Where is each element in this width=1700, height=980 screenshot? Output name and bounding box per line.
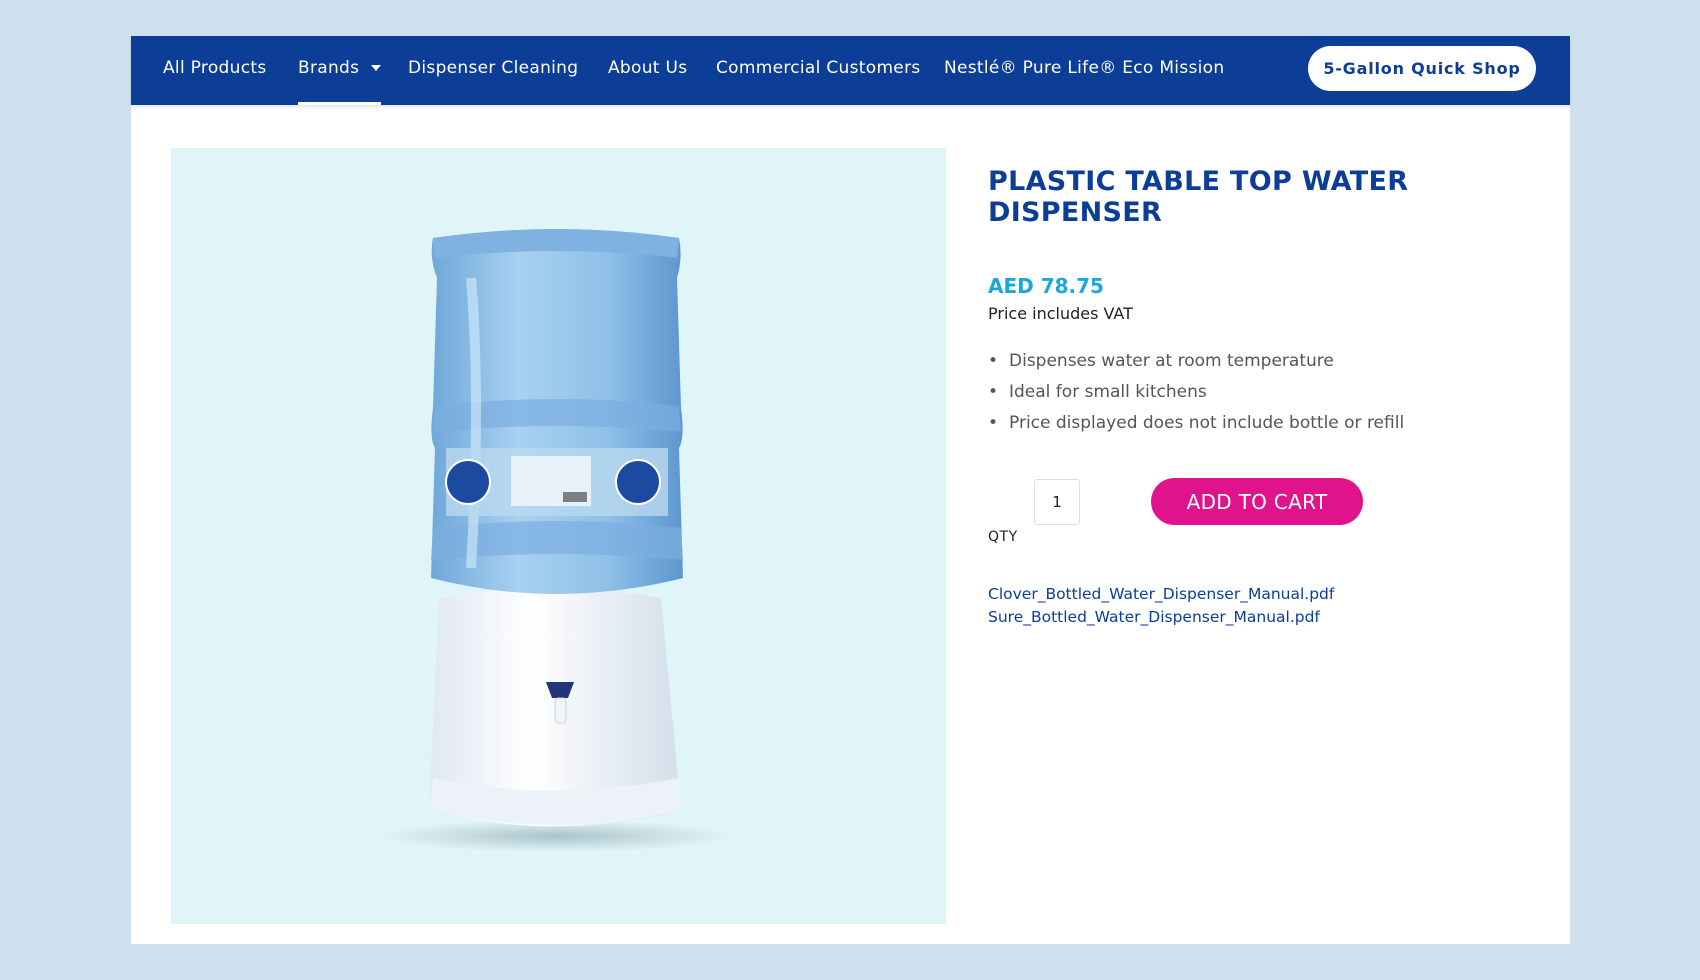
qty-label: QTY <box>988 529 1018 545</box>
feature-item: Price displayed does not include bottle … <box>988 408 1404 439</box>
feature-list: Dispenses water at room temperature Idea… <box>988 346 1404 439</box>
page-frame: All Products Brands Dispenser Cleaning A… <box>131 36 1570 944</box>
chevron-down-icon <box>371 65 382 71</box>
nav-commercial-customers[interactable]: Commercial Customers <box>716 36 921 105</box>
manual-link-sure[interactable]: Sure_Bottled_Water_Dispenser_Manual.pdf <box>988 608 1320 626</box>
nav-brands[interactable]: Brands <box>298 36 382 105</box>
feature-item: Ideal for small kitchens <box>988 377 1404 408</box>
main-navbar: All Products Brands Dispenser Cleaning A… <box>131 36 1570 105</box>
nav-eco-mission[interactable]: Nestlé® Pure Life® Eco Mission <box>944 36 1224 105</box>
nav-dispenser-cleaning[interactable]: Dispenser Cleaning <box>408 36 578 105</box>
quick-shop-button[interactable]: 5-Gallon Quick Shop <box>1308 46 1536 91</box>
nav-about-us[interactable]: About Us <box>608 36 687 105</box>
product-title: PLASTIC TABLE TOP WATER DISPENSER <box>988 166 1409 228</box>
nav-brands-label: Brands <box>298 58 360 78</box>
water-dispenser-image <box>381 229 731 852</box>
manual-link-clover[interactable]: Clover_Bottled_Water_Dispenser_Manual.pd… <box>988 585 1334 603</box>
vat-note: Price includes VAT <box>988 304 1133 323</box>
add-to-cart-button[interactable]: ADD TO CART <box>1151 478 1363 525</box>
qty-input[interactable] <box>1034 479 1080 525</box>
product-image <box>171 148 946 924</box>
nav-all-products[interactable]: All Products <box>163 36 266 105</box>
feature-item: Dispenses water at room temperature <box>988 346 1404 377</box>
product-price: AED 78.75 <box>988 274 1104 298</box>
